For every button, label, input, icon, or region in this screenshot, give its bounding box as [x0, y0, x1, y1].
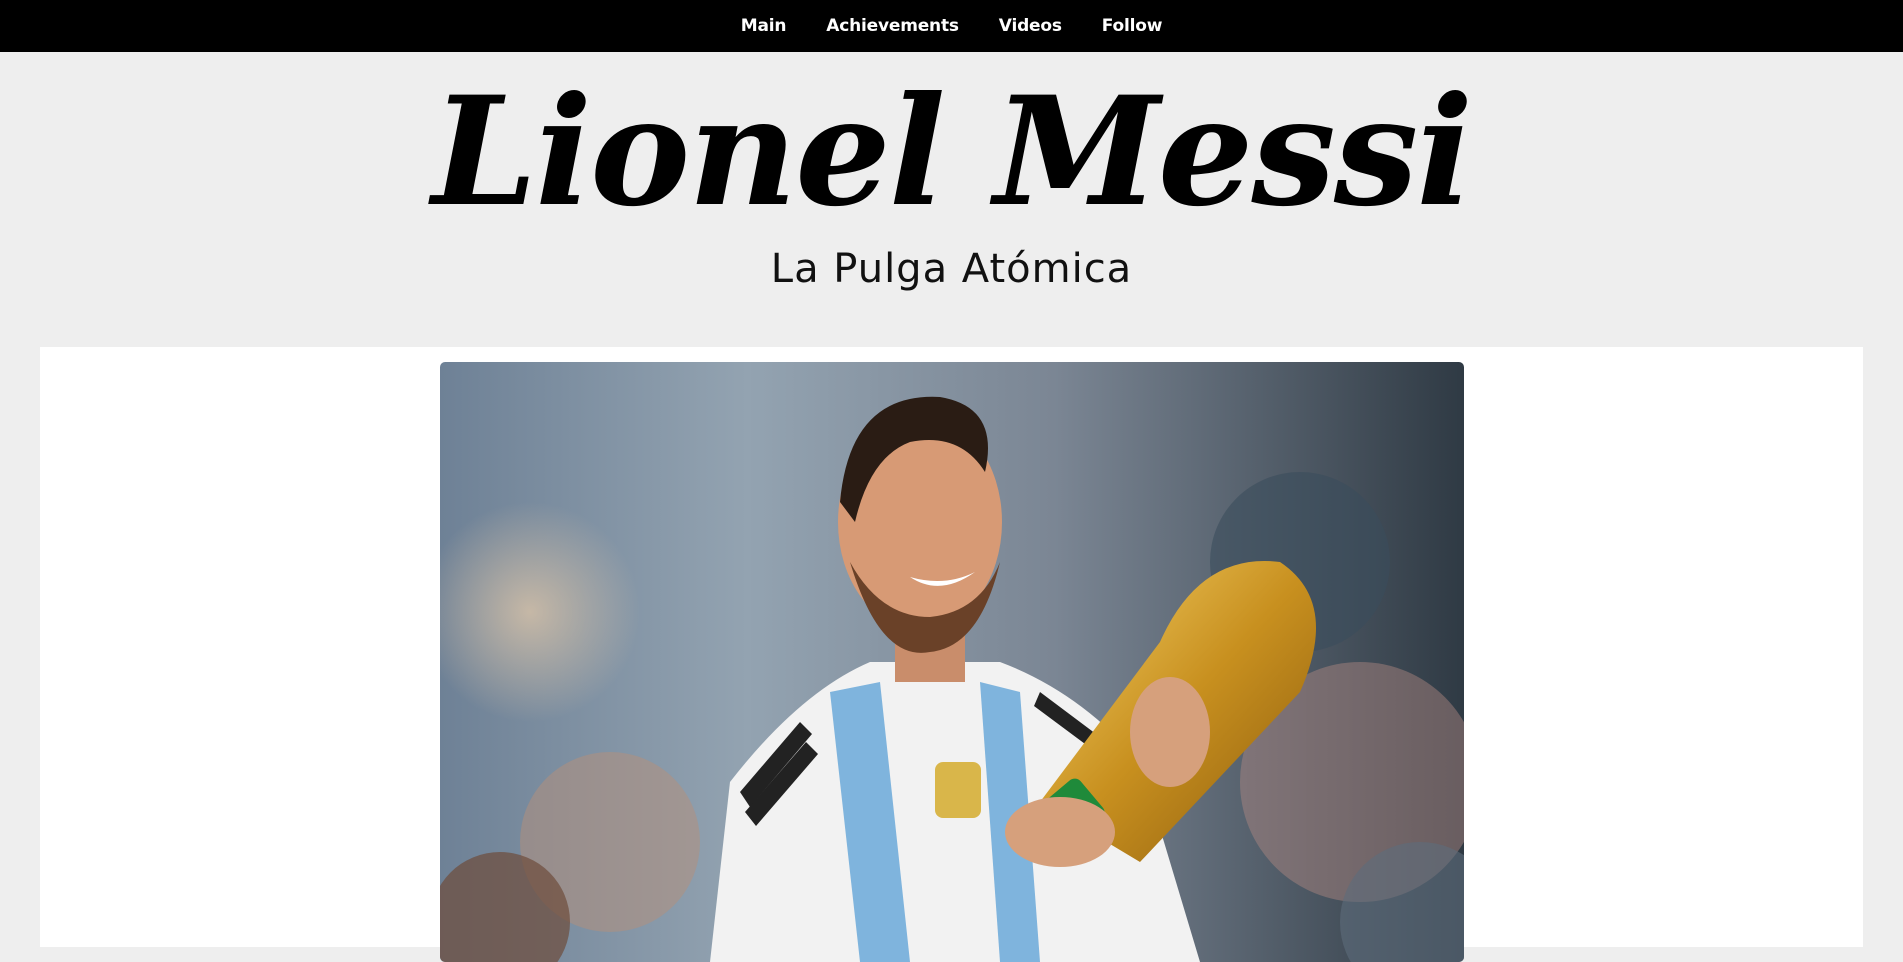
page-title: Lionel Messi [431, 64, 1474, 240]
page-header: Lionel Messi La Pulga Atómica [0, 52, 1903, 347]
hero-image [440, 362, 1464, 962]
nav-link-achievements[interactable]: Achievements [826, 16, 959, 36]
nav-link-follow[interactable]: Follow [1102, 16, 1163, 36]
hero-image-illustration [440, 396, 1464, 962]
page-subtitle: La Pulga Atómica [770, 246, 1133, 292]
main-content [40, 347, 1863, 962]
top-navigation: Main Achievements Videos Follow [0, 0, 1903, 52]
nav-link-main[interactable]: Main [741, 16, 787, 36]
nav-link-videos[interactable]: Videos [999, 16, 1062, 36]
